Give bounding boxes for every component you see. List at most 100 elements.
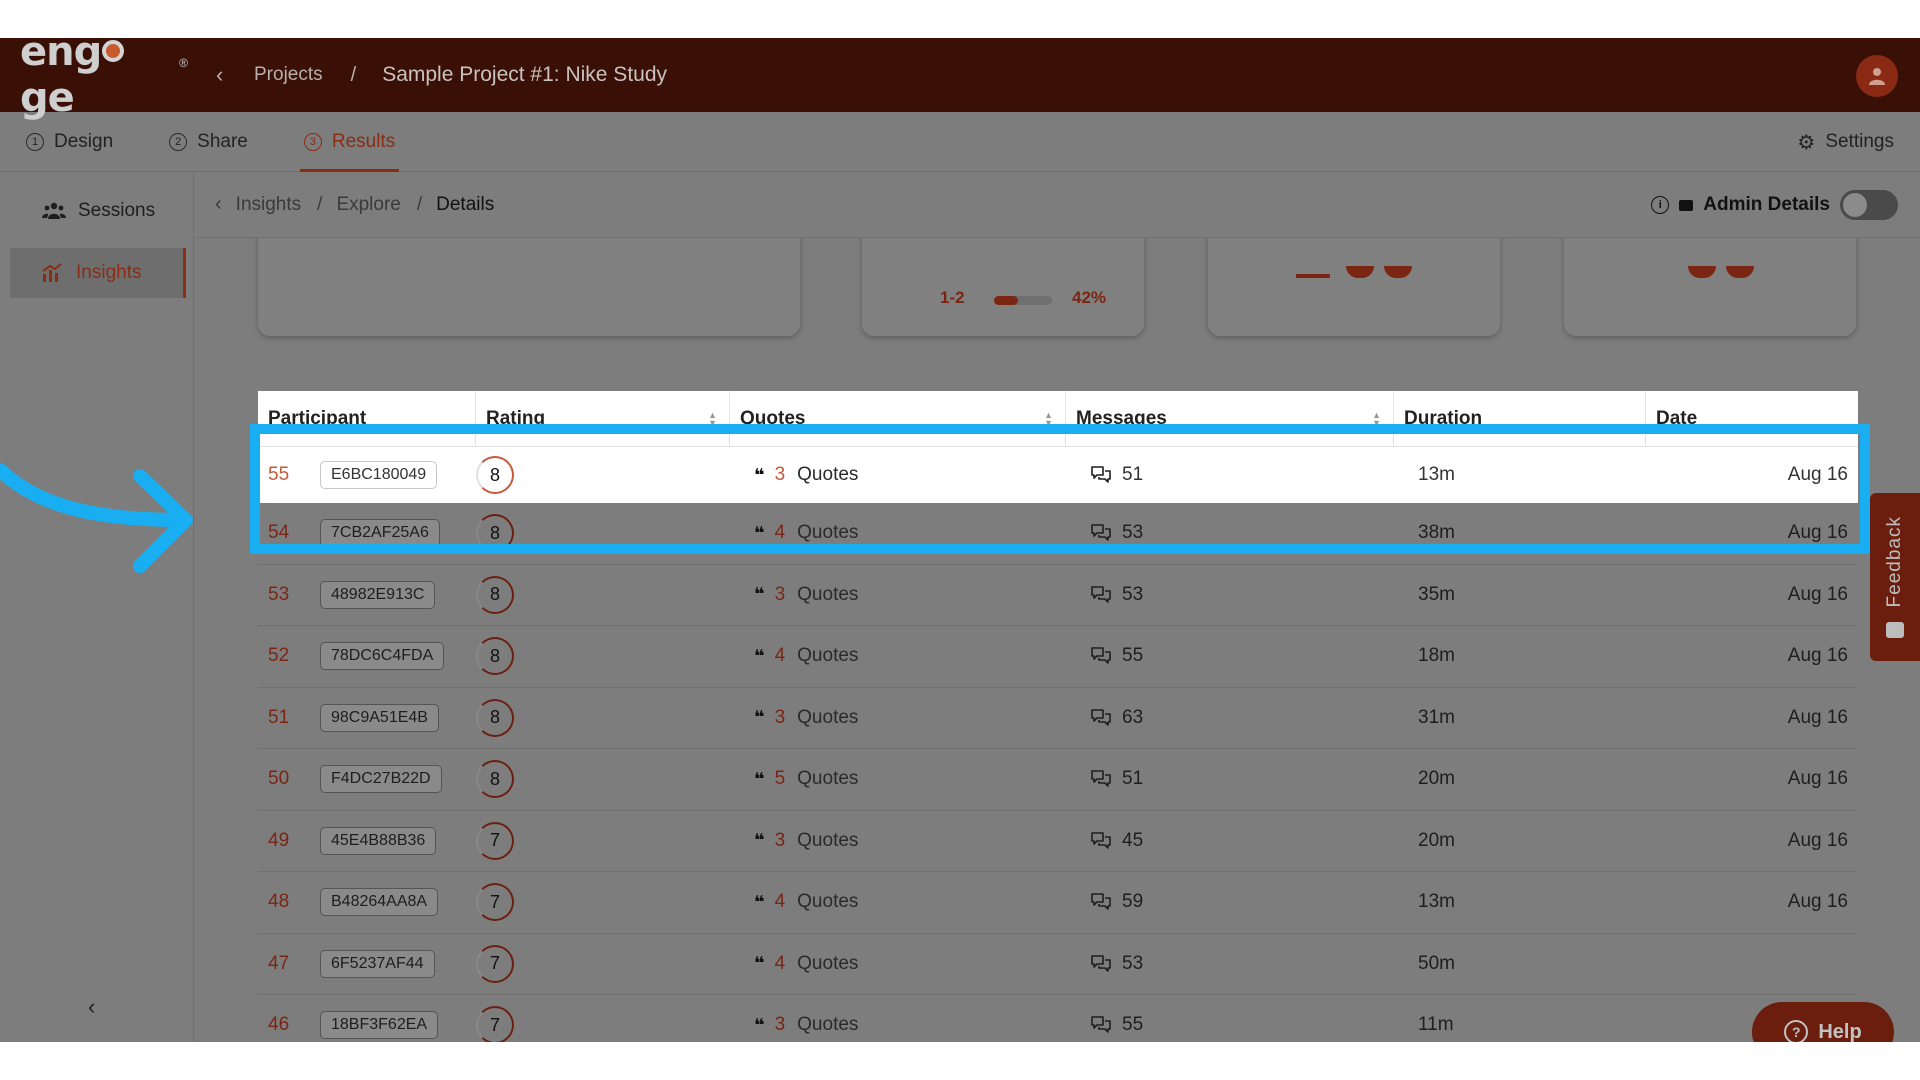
quote-icon: ❝ [754,830,764,851]
column-header-participant[interactable]: Participant [258,390,476,447]
quotes-label: Quotes [797,706,859,728]
logo[interactable]: engge ® [20,38,188,121]
chat-bubbles-icon [1090,708,1112,728]
table-row[interactable]: 52 78DC6C4FDA 8 ❝ 4 Quotes 55 18m Aug 16 [258,626,1858,688]
participant-code[interactable]: 98C9A51E4B [320,703,439,732]
participant-code[interactable]: B48264AA8A [320,888,439,917]
table-row[interactable]: 48 B48264AA8A 7 ❝ 4 Quotes 59 13m Aug 16 [258,872,1858,934]
date-cell: Aug 16 [1787,768,1848,790]
duration-cell: 13m [1418,464,1455,485]
chat-bubbles-icon [1090,954,1112,974]
sort-icon[interactable]: ▲ ▼ [1044,410,1053,427]
participant-code[interactable]: 18BF3F62EA [320,1011,439,1040]
participant-index: 50 [268,768,290,790]
settings-label: Settings [1825,131,1894,152]
table-row[interactable]: 49 45E4B88B36 7 ❝ 3 Quotes 45 20m Aug 16 [258,811,1858,872]
quotes-cell[interactable]: ❝ 4 Quotes [744,503,1080,564]
column-header-messages[interactable]: Messages ▲ ▼ [1066,390,1394,447]
quotes-count: 3 [774,464,786,485]
quote-icon: ❝ [754,768,764,789]
quotes-cell[interactable]: ❝ 3 Quotes [744,688,1080,749]
messages-count: 55 [1122,1014,1144,1036]
quotes-count: 4 [774,891,786,913]
tab-design[interactable]: 1 Design [26,112,113,172]
table-row[interactable]: 55 E6BC180049 8 ❝ 3 Quotes 51 13m Aug 16 [258,447,1858,503]
participant-code[interactable]: 7CB2AF25A6 [320,519,440,548]
rating-cell: 7 [476,934,744,995]
breadcrumb-projects[interactable]: Projects [254,64,323,86]
column-header-quotes[interactable]: Quotes ▲ ▼ [730,390,1066,447]
back-chevron-icon[interactable]: ‹ [216,62,236,88]
quotes-label: Quotes [797,522,859,544]
quotes-label: Quotes [797,952,859,974]
rating-cell: 8 [476,749,744,810]
participant-code[interactable]: 6F5237AF44 [320,949,435,978]
table-row[interactable]: 50 F4DC27B22D 8 ❝ 5 Quotes 51 20m Aug 16 [258,749,1858,811]
date-cell: Aug 16 [1787,464,1848,485]
quote-icon: ❝ [754,522,764,543]
rating-cell: 7 [476,811,744,872]
table-row[interactable]: 47 6F5237AF44 7 ❝ 4 Quotes 53 50m [258,934,1858,995]
feedback-tab[interactable]: Feedback [1870,493,1920,661]
column-header-duration[interactable]: Duration [1394,390,1646,447]
user-avatar[interactable] [1856,55,1898,97]
rating-cell: 8 [476,447,744,503]
chat-bubbles-icon [1090,646,1112,666]
column-header-rating[interactable]: Rating ▲ ▼ [476,390,730,447]
quotes-count: 4 [774,522,786,544]
chat-bubbles-icon [1090,1015,1112,1035]
rating-badge: 7 [476,883,514,922]
rating-badge: 7 [476,821,514,860]
date-cell: Aug 16 [1787,706,1848,728]
stat-decoration [1296,274,1330,278]
participant-code-cell: 78DC6C4FDA [320,626,476,687]
messages-count: 55 [1122,645,1144,667]
table-row[interactable]: 4618BF3F62EA7❝3Quotes5511mAug 16 [258,995,1858,1042]
sidebar-item-insights[interactable]: Insights [10,248,186,298]
participant-code[interactable]: 45E4B88B36 [320,826,437,855]
breadcrumb-insights[interactable]: Insights [236,194,301,216]
breadcrumb-explore[interactable]: Explore [336,194,400,216]
info-icon[interactable]: i [1651,196,1670,214]
tab-share[interactable]: 2 Share [169,112,248,172]
tab-label: Results [331,130,396,152]
admin-details-toggle[interactable] [1840,190,1898,220]
quotes-cell[interactable]: ❝ 4 Quotes [744,934,1080,995]
column-header-date[interactable]: Date [1646,391,1858,447]
participant-code[interactable]: 48982E913C [320,580,436,609]
participant-code[interactable]: 78DC6C4FDA [320,642,445,671]
table-row[interactable]: 53 48982E913C 8 ❝ 3 Quotes 53 35m Aug 16 [258,565,1858,626]
sidebar-item-label: Insights [76,262,142,283]
quotes-cell[interactable]: ❝ 4 Quotes [744,872,1080,933]
date-cell: Aug 16 [1787,583,1848,605]
quotes-cell[interactable]: ❝ 3 Quotes [744,447,1080,503]
step-tabs: 1 Design 2 Share 3 Results ⚙ Settings [0,112,1920,172]
sort-icon[interactable]: ▲ ▼ [1372,410,1381,427]
collapse-sidebar-icon[interactable]: ‹ [88,994,95,1020]
quotes-cell[interactable]: ❝ 3 Quotes [744,995,1080,1042]
participant-code[interactable]: E6BC180049 [320,461,438,489]
sidebar-item-sessions[interactable]: Sessions [10,186,186,236]
sort-icon[interactable]: ▲ ▼ [708,410,717,427]
stat-decoration [1346,266,1374,278]
settings-button[interactable]: ⚙ Settings [1797,112,1894,172]
duration-cell: 13m [1418,891,1455,913]
participant-code-cell: 18BF3F62EA [320,995,476,1042]
top-bar: engge ® ‹ Projects / Sample Project #1: N… [0,38,1920,121]
duration-cell: 18m [1418,645,1455,667]
table-row[interactable]: 51 98C9A51E4B 8 ❝ 3 Quotes 63 31m Aug 16 [258,688,1858,749]
tab-results[interactable]: 3 Results [299,112,400,172]
help-button[interactable]: ? Help [1752,1002,1894,1042]
tab-label: Design [54,130,114,152]
quotes-label: Quotes [797,583,859,605]
back-chevron-icon[interactable]: ‹ [215,193,222,216]
quotes-cell[interactable]: ❝ 3 Quotes [744,565,1080,626]
quotes-cell[interactable]: ❝ 3 Quotes [744,811,1080,872]
participant-code[interactable]: F4DC27B22D [320,765,442,794]
table-row[interactable]: 54 7CB2AF25A6 8 ❝ 4 Quotes 53 38m Aug 16 [258,503,1858,565]
participant-index: 48 [268,891,290,913]
quotes-cell[interactable]: ❝ 4 Quotes [744,626,1080,687]
participant-code-cell: 98C9A51E4B [320,688,476,749]
quotes-cell[interactable]: ❝ 5 Quotes [744,749,1080,810]
admin-details-label: Admin Details [1703,194,1830,215]
